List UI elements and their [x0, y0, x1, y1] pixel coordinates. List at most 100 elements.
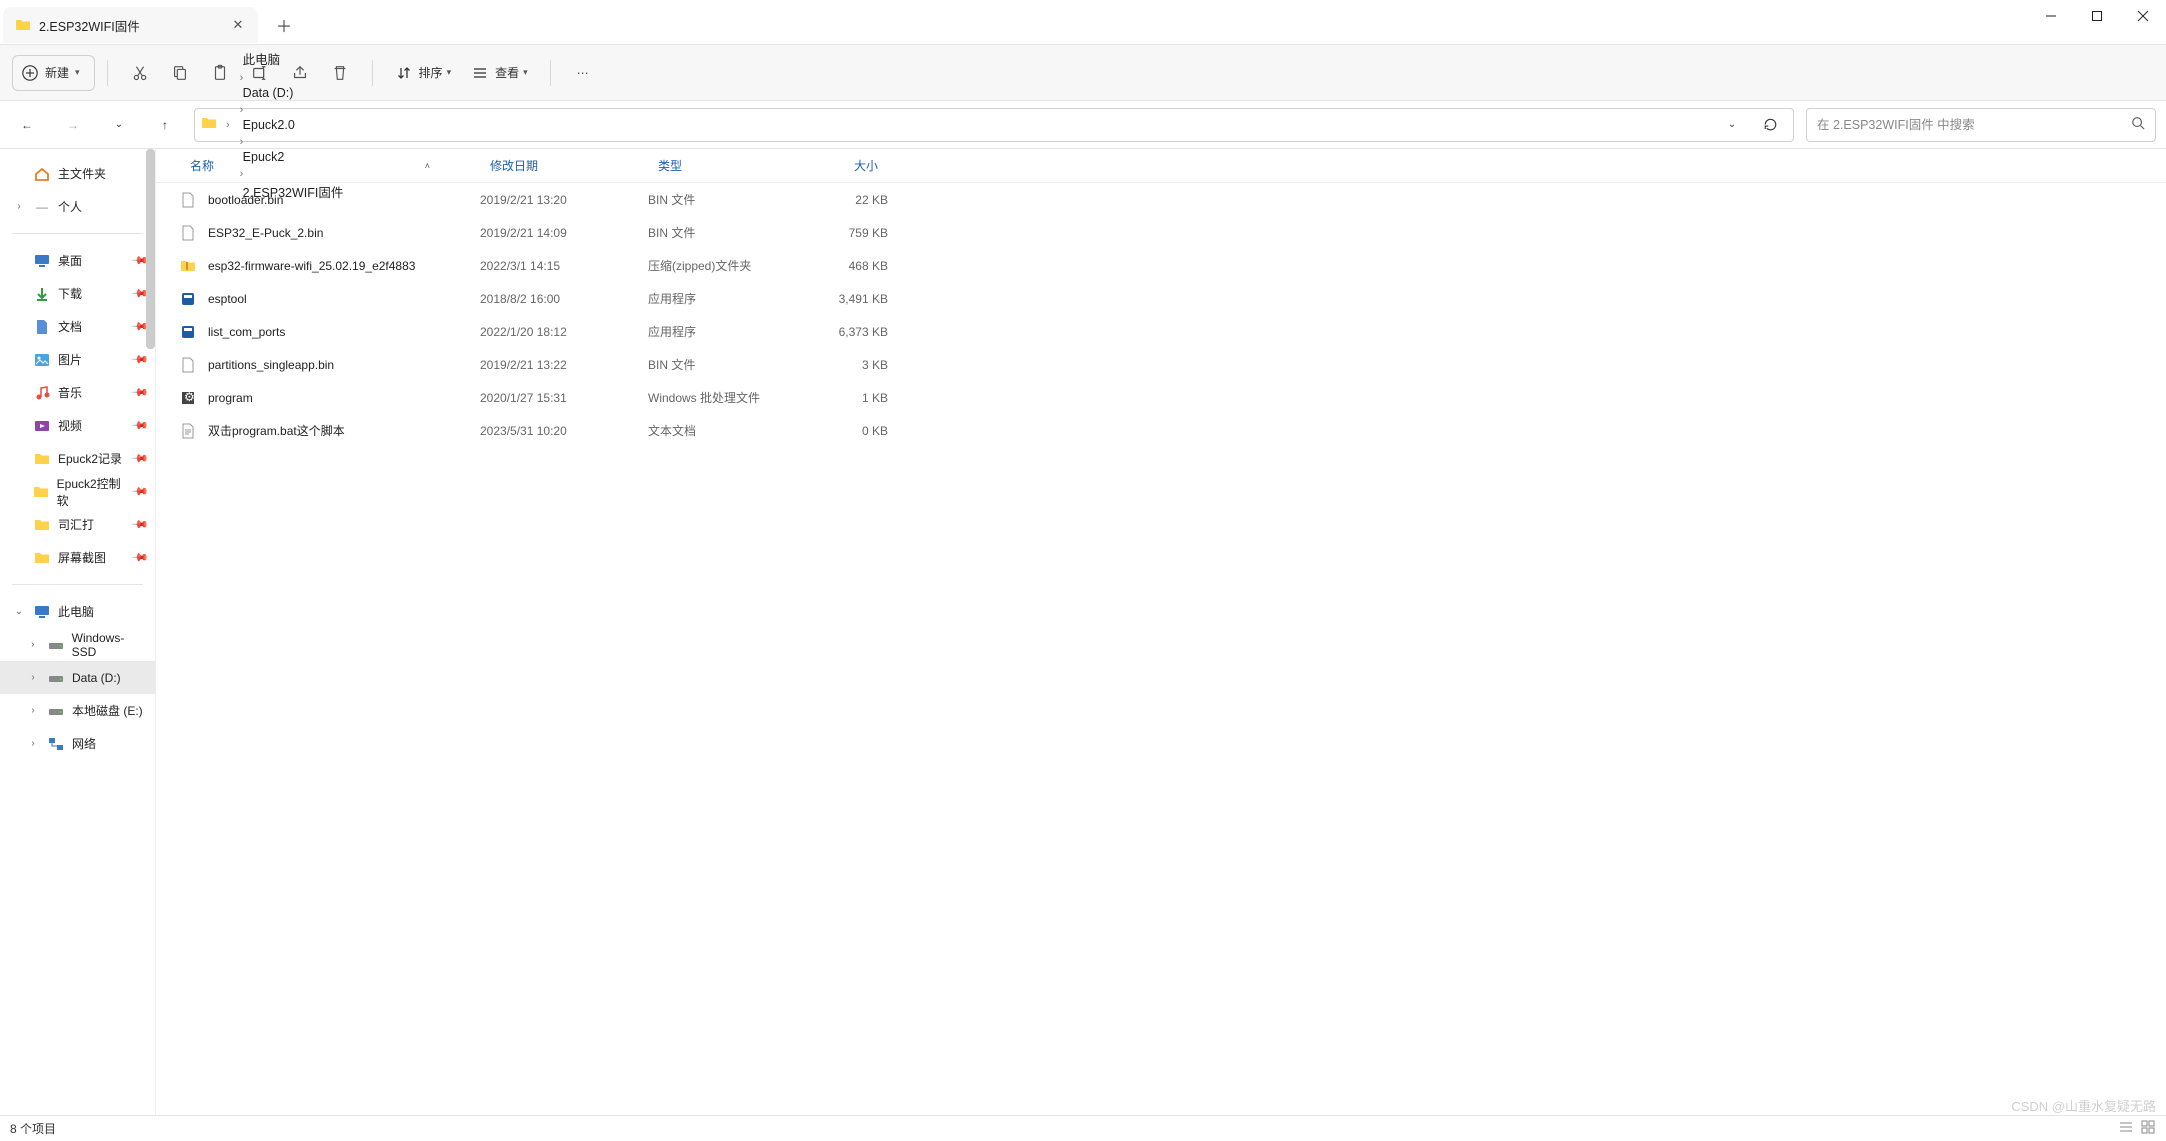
column-headers: 名称˄ 修改日期 类型 大小	[156, 149, 2166, 183]
new-tab-button[interactable]: ＋	[266, 10, 302, 40]
sidebar-quick-item[interactable]: Epuck2记录📌	[0, 442, 155, 475]
svg-text:⚙: ⚙	[184, 390, 195, 404]
details-view-button[interactable]	[2118, 1119, 2134, 1138]
document-icon	[34, 319, 50, 335]
sidebar-quick-item[interactable]: 文档📌	[0, 310, 155, 343]
sidebar-quick-item[interactable]: Epuck2控制软📌	[0, 475, 155, 508]
file-row[interactable]: esp32-firmware-wifi_25.02.19_e2f48832022…	[156, 249, 2166, 282]
file-row[interactable]: ⚙program2020/1/27 15:31Windows 批处理文件1 KB	[156, 381, 2166, 414]
sidebar-quick-item[interactable]: 视频📌	[0, 409, 155, 442]
sidebar-quick-item[interactable]: 下载📌	[0, 277, 155, 310]
sidebar-network[interactable]: › 网络	[0, 727, 155, 760]
sidebar-quick-item[interactable]: 图片📌	[0, 343, 155, 376]
file-type: 压缩(zipped)文件夹	[648, 257, 788, 274]
divider	[12, 233, 143, 234]
up-button[interactable]: ↑	[148, 108, 182, 142]
maximize-button[interactable]	[2074, 0, 2120, 32]
close-button[interactable]	[2120, 0, 2166, 32]
sidebar-drive-item[interactable]: ›本地磁盘 (E:)	[0, 694, 155, 727]
sidebar-personal[interactable]: › — 个人	[0, 190, 155, 223]
column-type[interactable]: 类型	[648, 157, 788, 174]
pin-icon: 📌	[131, 515, 150, 534]
plus-circle-icon	[21, 64, 39, 82]
sidebar-item-label: 下载	[58, 285, 82, 302]
exe-icon	[180, 324, 196, 340]
tab-close-button[interactable]: ✕	[230, 17, 246, 33]
sidebar-home[interactable]: 主文件夹	[0, 157, 155, 190]
search-box[interactable]	[1806, 108, 2156, 142]
back-button[interactable]: ←	[10, 108, 44, 142]
file-type: Windows 批处理文件	[648, 389, 788, 406]
column-size[interactable]: 大小	[788, 157, 888, 174]
pin-icon: 📌	[131, 482, 150, 501]
browser-tab[interactable]: 2.ESP32WIFI固件 ✕	[3, 7, 258, 43]
file-row[interactable]: list_com_ports2022/1/20 18:12应用程序6,373 K…	[156, 315, 2166, 348]
chevron-right-icon: ›	[239, 136, 245, 148]
folder-icon	[34, 550, 50, 566]
chevron-right-icon: ›	[225, 119, 231, 131]
forward-button[interactable]: →	[56, 108, 90, 142]
thumbnail-view-button[interactable]	[2140, 1119, 2156, 1138]
separator	[550, 60, 551, 86]
recent-button[interactable]: ⌄	[102, 108, 136, 142]
desktop-icon	[34, 253, 50, 269]
minimize-button[interactable]	[2028, 0, 2074, 32]
sidebar-drive-item[interactable]: ›Windows-SSD	[0, 628, 155, 661]
sidebar-quick-item[interactable]: 音乐📌	[0, 376, 155, 409]
history-dropdown-button[interactable]: ⌄	[1715, 108, 1749, 142]
file-row[interactable]: ESP32_E-Puck_2.bin2019/2/21 14:09BIN 文件7…	[156, 216, 2166, 249]
file-size: 468 KB	[788, 259, 888, 273]
refresh-button[interactable]	[1753, 108, 1787, 142]
sidebar-item-label: 桌面	[58, 252, 82, 269]
chevron-right-icon: ›	[12, 201, 26, 212]
more-button[interactable]: ⋯	[563, 55, 603, 91]
sort-button[interactable]: 排序 ▾	[385, 55, 462, 91]
file-type: BIN 文件	[648, 224, 788, 241]
chevron-down-icon: ▾	[75, 67, 80, 78]
home-icon	[34, 166, 50, 182]
drive-icon	[48, 703, 64, 719]
sidebar-quick-item[interactable]: 屏幕截图📌	[0, 541, 155, 574]
scrollbar[interactable]	[146, 149, 155, 349]
file-row[interactable]: bootloader.bin2019/2/21 13:20BIN 文件22 KB	[156, 183, 2166, 216]
breadcrumb-item[interactable]: 此电脑	[239, 47, 348, 70]
address-bar[interactable]: › 此电脑›Data (D:)›Epuck2.0›Epuck2›2.ESP32W…	[194, 108, 1794, 142]
file-size: 759 KB	[788, 226, 888, 240]
download-icon	[34, 286, 50, 302]
sort-label: 排序	[419, 64, 443, 81]
search-input[interactable]	[1817, 118, 2131, 132]
column-date[interactable]: 修改日期	[480, 157, 648, 174]
column-name[interactable]: 名称˄	[180, 157, 480, 174]
copy-button[interactable]	[160, 55, 200, 91]
breadcrumb-item[interactable]: Data (D:)	[239, 84, 348, 102]
sort-asc-icon: ˄	[425, 161, 430, 171]
body: 主文件夹 › — 个人 桌面📌下载📌文档📌图片📌音乐📌视频📌Epuck2记录📌E…	[0, 149, 2166, 1115]
file-list: 名称˄ 修改日期 类型 大小 bootloader.bin2019/2/21 1…	[156, 149, 2166, 1115]
file-name: partitions_singleapp.bin	[208, 358, 334, 372]
view-label: 查看	[495, 64, 519, 81]
breadcrumb-item[interactable]: Epuck2.0	[239, 116, 348, 134]
file-name: esp32-firmware-wifi_25.02.19_e2f4883	[208, 259, 415, 273]
cut-button[interactable]	[120, 55, 160, 91]
file-type: 应用程序	[648, 290, 788, 307]
file-name: list_com_ports	[208, 325, 285, 339]
picture-icon	[34, 352, 50, 368]
sidebar-quick-item[interactable]: 司汇打 📌	[0, 508, 155, 541]
sidebar-thispc[interactable]: ⌄ 此电脑	[0, 595, 155, 628]
file-row[interactable]: partitions_singleapp.bin2019/2/21 13:22B…	[156, 348, 2166, 381]
chevron-right-icon: ›	[26, 639, 40, 650]
view-button[interactable]: 查看 ▾	[461, 55, 538, 91]
file-type: 应用程序	[648, 323, 788, 340]
file-row[interactable]: esptool2018/8/2 16:00应用程序3,491 KB	[156, 282, 2166, 315]
chevron-down-icon: ⌄	[12, 606, 26, 617]
sidebar-drive-item[interactable]: ›Data (D:)	[0, 661, 155, 694]
file-date: 2019/2/21 14:09	[480, 226, 648, 240]
file-row[interactable]: 双击program.bat这个脚本2023/5/31 10:20文本文档0 KB	[156, 414, 2166, 447]
sidebar-item-label: 文档	[58, 318, 82, 335]
sidebar-item-label: 司汇打	[58, 516, 94, 533]
view-icon	[471, 64, 489, 82]
paste-button[interactable]	[200, 55, 240, 91]
file-date: 2022/1/20 18:12	[480, 325, 648, 339]
new-button[interactable]: 新建 ▾	[12, 55, 95, 91]
sidebar-quick-item[interactable]: 桌面📌	[0, 244, 155, 277]
